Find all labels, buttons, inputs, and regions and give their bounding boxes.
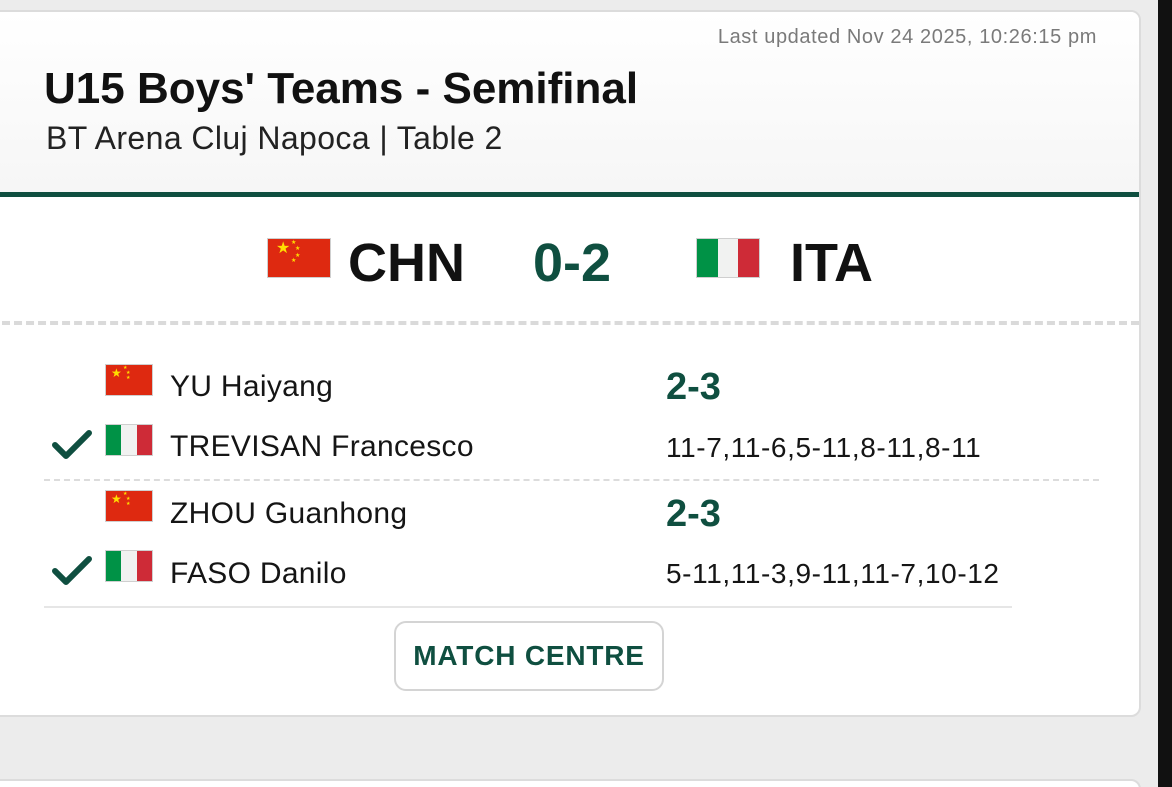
italy-flag-icon xyxy=(105,424,153,456)
team-scoreline: ★ ★ ★ ★ ★ CHN 0-2 ITA xyxy=(0,222,1139,302)
event-title: U15 Boys' Teams - Semifinal xyxy=(44,64,639,113)
china-flag-icon: ★ ★ ★ ★ xyxy=(105,364,153,396)
scoreline-divider xyxy=(0,321,1139,325)
rubbers-bottom-divider xyxy=(44,606,1012,608)
match-header: Last updated Nov 24 2025, 10:26:15 pm U1… xyxy=(0,12,1139,192)
home-player-name: YU Haiyang xyxy=(170,370,334,403)
china-flag-icon: ★ ★ ★ ★ xyxy=(105,490,153,522)
checkmark-icon xyxy=(52,430,92,459)
italy-flag-icon xyxy=(696,238,760,278)
next-match-card xyxy=(0,779,1141,787)
away-player-name: FASO Danilo xyxy=(170,557,347,590)
match-card: Last updated Nov 24 2025, 10:26:15 pm U1… xyxy=(0,10,1141,717)
window-edge xyxy=(1158,0,1172,787)
away-team-code: ITA xyxy=(790,233,873,293)
away-player-name: TREVISAN Francesco xyxy=(170,430,474,463)
home-player-name: ZHOU Guanhong xyxy=(170,497,408,530)
venue-subtitle: BT Arena Cluj Napoca | Table 2 xyxy=(46,120,503,156)
china-flag-icon: ★ ★ ★ ★ ★ xyxy=(267,238,331,278)
rubber-score: 2-3 xyxy=(666,493,721,535)
team-score: 0-2 xyxy=(533,233,612,293)
game-scores: 11-7,11-6,5-11,8-11,8-11 xyxy=(666,432,982,463)
checkmark-icon xyxy=(52,556,92,585)
home-team-code: CHN xyxy=(348,233,465,293)
rubber-score: 2-3 xyxy=(666,366,721,408)
header-divider xyxy=(0,192,1139,197)
last-updated: Last updated Nov 24 2025, 10:26:15 pm xyxy=(717,26,1097,48)
match-centre-button[interactable]: MATCH CENTRE xyxy=(394,621,664,691)
rubber-divider xyxy=(44,479,1099,481)
italy-flag-icon xyxy=(105,550,153,582)
game-scores: 5-11,11-3,9-11,11-7,10-12 xyxy=(666,558,1000,589)
